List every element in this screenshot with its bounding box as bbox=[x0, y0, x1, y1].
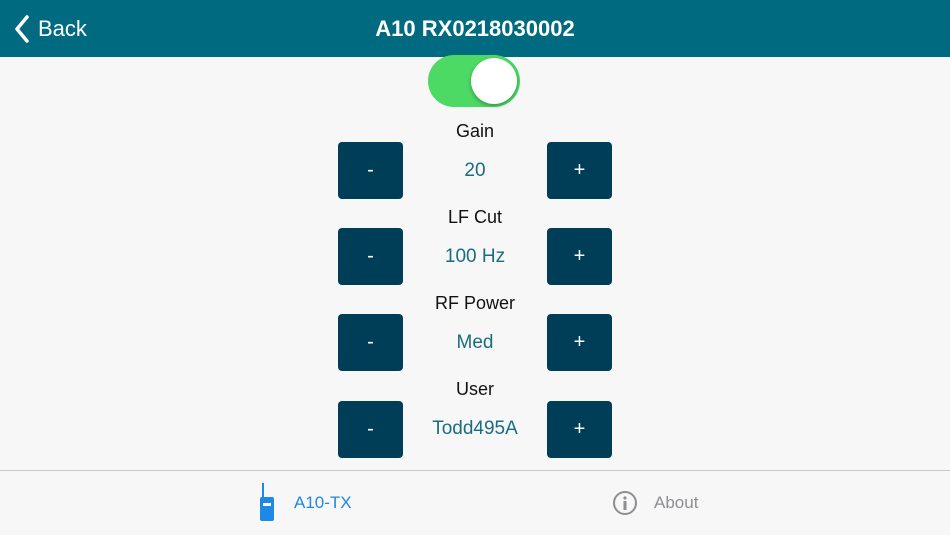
page-title: A10 RX0218030002 bbox=[375, 16, 575, 41]
gain-value: 20 bbox=[464, 160, 486, 181]
lf-cut-value: 100 Hz bbox=[444, 246, 506, 267]
rf-power-decrease-button[interactable]: - bbox=[338, 314, 403, 371]
gain-decrease-button[interactable]: - bbox=[338, 142, 403, 199]
power-toggle[interactable] bbox=[428, 55, 520, 107]
tab-about[interactable]: About bbox=[612, 471, 698, 535]
gain-increase-button[interactable]: + bbox=[547, 142, 612, 199]
tab-a10-tx[interactable]: A10-TX bbox=[256, 471, 352, 535]
rf-power-value: Med bbox=[456, 332, 494, 353]
toggle-knob bbox=[471, 58, 517, 104]
info-icon bbox=[613, 491, 637, 515]
navigation-bar: Back A10 RX0218030002 bbox=[0, 0, 950, 57]
user-increase-button[interactable]: + bbox=[547, 401, 612, 458]
lf-cut-label: LF Cut bbox=[447, 207, 503, 227]
back-button[interactable]: Back bbox=[14, 12, 87, 46]
tab-about-label: About bbox=[654, 493, 699, 512]
rf-power-increase-button[interactable]: + bbox=[547, 314, 612, 371]
rf-power-label: RF Power bbox=[434, 293, 515, 313]
tab-a10-tx-label: A10-TX bbox=[294, 493, 352, 512]
user-value: Todd495A bbox=[432, 418, 518, 439]
back-label: Back bbox=[38, 16, 87, 41]
lf-cut-decrease-button[interactable]: - bbox=[338, 228, 403, 285]
lf-cut-increase-button[interactable]: + bbox=[547, 228, 612, 285]
user-decrease-button[interactable]: - bbox=[338, 401, 403, 458]
gain-label: Gain bbox=[455, 121, 495, 141]
user-label: User bbox=[455, 379, 494, 399]
tab-bar: A10-TX About bbox=[0, 470, 950, 534]
chevron-left-icon bbox=[15, 15, 29, 43]
transmitter-icon bbox=[260, 483, 274, 521]
